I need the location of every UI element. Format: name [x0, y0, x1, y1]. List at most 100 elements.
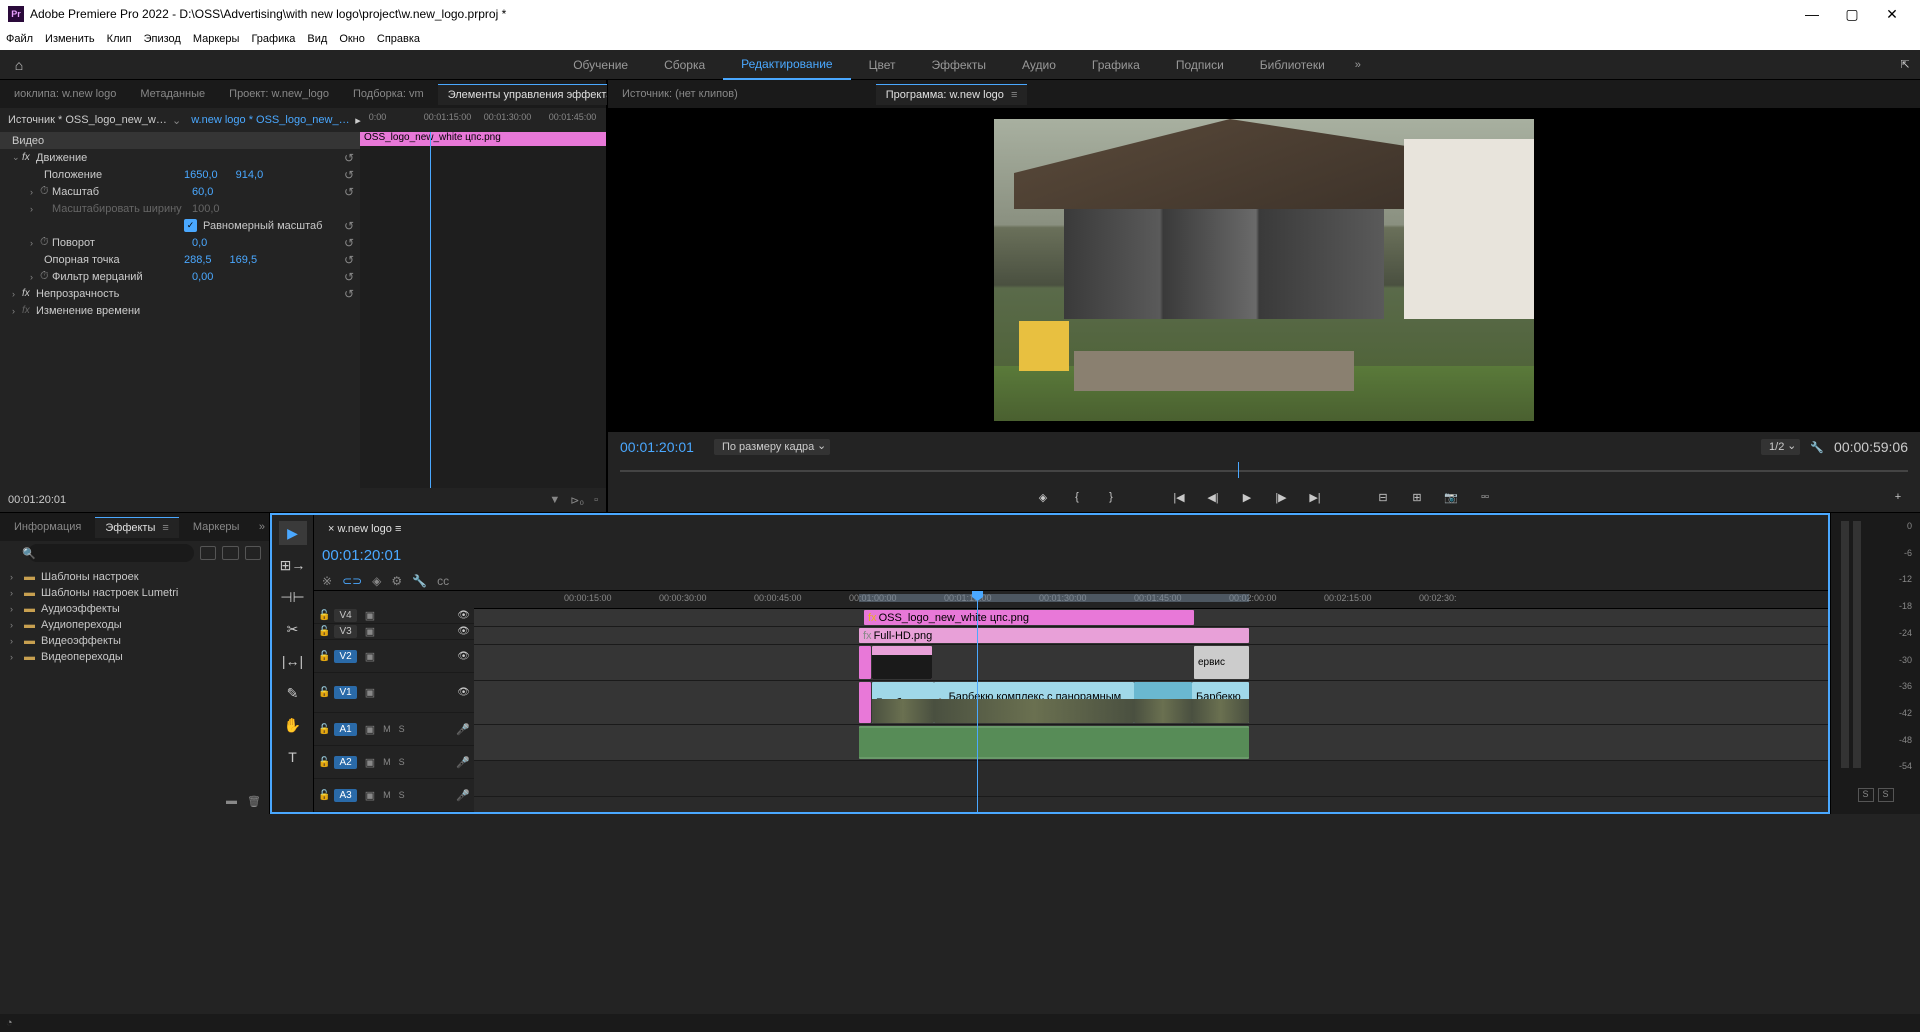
track-header-a2[interactable]: 🔓A2▣MS🎤	[314, 746, 474, 779]
position-y[interactable]: 914,0	[236, 169, 264, 181]
menu-graphics[interactable]: Графика	[251, 33, 295, 45]
step-back-icon[interactable]: ◀|	[1203, 491, 1223, 504]
ec-sequence-link[interactable]: w.new logo * OSS_logo_new_white...	[191, 114, 351, 126]
effects-search-input[interactable]	[28, 544, 194, 562]
stopwatch-icon[interactable]: ⏱	[40, 185, 52, 198]
accel-badge-icon[interactable]	[200, 546, 216, 560]
track-lane-v4[interactable]: fxOSS_logo_new_white цпс.png	[474, 609, 1828, 627]
linked-selection-icon[interactable]: ⊂⊃	[342, 574, 362, 588]
marker-icon[interactable]: ◈	[1033, 491, 1053, 504]
keyframe-nav-icon[interactable]: ⊳₀	[570, 494, 584, 507]
play-icon[interactable]: ▶	[1237, 491, 1257, 504]
solo-right-button[interactable]: S	[1878, 788, 1894, 802]
position-x[interactable]: 1650,0	[184, 169, 218, 181]
reset-icon[interactable]: ↺	[344, 219, 354, 233]
program-video-display[interactable]	[608, 108, 1920, 432]
tab-metadata[interactable]: Метаданные	[130, 84, 215, 104]
new-bin-icon[interactable]: ▬	[226, 795, 237, 807]
time-remap-effect[interactable]: Изменение времени	[36, 305, 176, 317]
ec-playhead[interactable]	[430, 132, 431, 488]
wrench-icon[interactable]: 🔧	[412, 574, 427, 588]
twirl-icon[interactable]: ›	[30, 272, 40, 282]
fx-folder-lumetri[interactable]: ›▬Шаблоны настроек Lumetri	[0, 585, 269, 601]
timeline-ruler[interactable]: 00:00:15:00 00:00:30:00 00:00:45:00 00:0…	[474, 591, 1828, 609]
program-timecode-current[interactable]: 00:01:20:01	[620, 439, 694, 455]
workspace-effects[interactable]: Эффекты	[913, 50, 1004, 80]
share-icon[interactable]: ⇱	[1890, 58, 1920, 71]
tab-project[interactable]: Проект: w.new_logo	[219, 84, 339, 104]
slip-tool[interactable]: |↔|	[279, 649, 307, 673]
clip-v1-gap[interactable]	[859, 682, 871, 723]
tab-bin[interactable]: Подборка: vm	[343, 84, 434, 104]
export-frame-icon[interactable]: 📷	[1441, 491, 1461, 504]
menu-help[interactable]: Справка	[377, 33, 420, 45]
workspace-audio[interactable]: Аудио	[1004, 50, 1074, 80]
playhead-marker[interactable]	[1238, 462, 1239, 478]
track-lane-v2[interactable]: Экскл ервис	[474, 645, 1828, 681]
mic-icon[interactable]: 🎤	[456, 789, 470, 802]
type-tool[interactable]: T	[279, 745, 307, 769]
hand-tool[interactable]: ✋	[279, 713, 307, 737]
clip-v1-a[interactable]: Барбекю	[872, 682, 934, 723]
in-point-icon[interactable]: {	[1067, 491, 1087, 503]
clip-a1[interactable]	[859, 726, 1249, 759]
eye-icon[interactable]: 👁	[457, 626, 470, 637]
track-header-v3[interactable]: 🔓V3▣👁	[314, 624, 474, 640]
opacity-effect[interactable]: Непрозрачность	[36, 288, 176, 300]
tab-source-monitor[interactable]: Источник: (нет клипов)	[612, 84, 748, 104]
stopwatch-icon[interactable]: ⏱	[40, 236, 52, 249]
tab-program-monitor[interactable]: Программа: w.new logo ≡	[876, 84, 1028, 105]
target-icon[interactable]: ▣	[365, 723, 375, 736]
tab-effects[interactable]: Эффекты ≡	[95, 517, 179, 538]
timeline-playhead[interactable]	[977, 591, 978, 812]
workspace-libraries[interactable]: Библиотеки	[1242, 50, 1343, 80]
timeline-tracks-area[interactable]: 00:00:15:00 00:00:30:00 00:00:45:00 00:0…	[474, 591, 1828, 812]
target-icon[interactable]: ▣	[365, 789, 375, 802]
eye-icon[interactable]: 👁	[457, 610, 470, 621]
timeline-timecode[interactable]: 00:01:20:01	[322, 547, 401, 564]
comparison-icon[interactable]: ▫▫	[1475, 491, 1495, 503]
zoom-fit-dropdown[interactable]: По размеру кадра	[714, 439, 830, 455]
reset-icon[interactable]: ↺	[344, 236, 354, 250]
scale-value[interactable]: 60,0	[192, 186, 213, 198]
tab-info[interactable]: Информация	[4, 517, 91, 537]
reset-icon[interactable]: ↺	[344, 185, 354, 199]
target-icon[interactable]: ▣	[365, 625, 375, 638]
clip-v2-logo[interactable]: ервис	[1194, 646, 1249, 679]
tabs-overflow-icon[interactable]: »	[259, 521, 265, 533]
target-icon[interactable]: ▣	[365, 756, 375, 769]
fx-folder-video-fx[interactable]: ›▬Видеоэффекты	[0, 633, 269, 649]
minimize-button[interactable]: —	[1792, 0, 1832, 28]
workspace-learn[interactable]: Обучение	[555, 50, 646, 80]
mic-icon[interactable]: 🎤	[456, 723, 470, 736]
clip-v4[interactable]: fxOSS_logo_new_white цпс.png	[864, 610, 1194, 625]
menu-view[interactable]: Вид	[307, 33, 327, 45]
lock-icon[interactable]: 🔓	[318, 651, 330, 662]
clip-v2-title[interactable]: Экскл	[872, 646, 932, 679]
panel-menu-icon[interactable]: ≡	[159, 522, 168, 534]
ec-ruler[interactable]: 0:00 00:01:15:00 00:01:30:00 00:01:45:00	[369, 112, 598, 128]
clip-v1-c[interactable]	[1134, 682, 1192, 723]
workspace-captions[interactable]: Подписи	[1158, 50, 1242, 80]
selection-tool[interactable]: ▶	[279, 521, 307, 545]
snap-icon[interactable]: ※	[322, 574, 332, 588]
timeline-sequence-tab[interactable]: × w.new logo ≡	[318, 519, 411, 539]
workspace-editing[interactable]: Редактирование	[723, 50, 850, 80]
twirl-icon[interactable]: ›	[12, 289, 22, 299]
maximize-button[interactable]: ▢	[1832, 0, 1872, 28]
fx-folder-audio-fx[interactable]: ›▬Аудиоэффекты	[0, 601, 269, 617]
menu-file[interactable]: Файл	[6, 33, 33, 45]
fx-folder-video-trans[interactable]: ›▬Видеопереходы	[0, 649, 269, 665]
anchor-x[interactable]: 288,5	[184, 254, 212, 266]
twirl-icon[interactable]: ›	[12, 306, 22, 316]
workspace-color[interactable]: Цвет	[851, 50, 914, 80]
track-header-v2[interactable]: 🔓V2▣👁	[314, 640, 474, 673]
export-icon[interactable]: ▫	[594, 494, 598, 507]
track-header-a1[interactable]: 🔓A1▣MS🎤	[314, 713, 474, 746]
flicker-value[interactable]: 0,00	[192, 271, 213, 283]
tab-markers[interactable]: Маркеры	[183, 517, 250, 537]
track-lane-a3[interactable]	[474, 797, 1828, 812]
clip-v3[interactable]: fxFull-HD.png	[859, 628, 1249, 643]
fx-badge-icon[interactable]: fx	[22, 288, 36, 299]
uniform-scale-checkbox[interactable]: ✓	[184, 219, 197, 232]
